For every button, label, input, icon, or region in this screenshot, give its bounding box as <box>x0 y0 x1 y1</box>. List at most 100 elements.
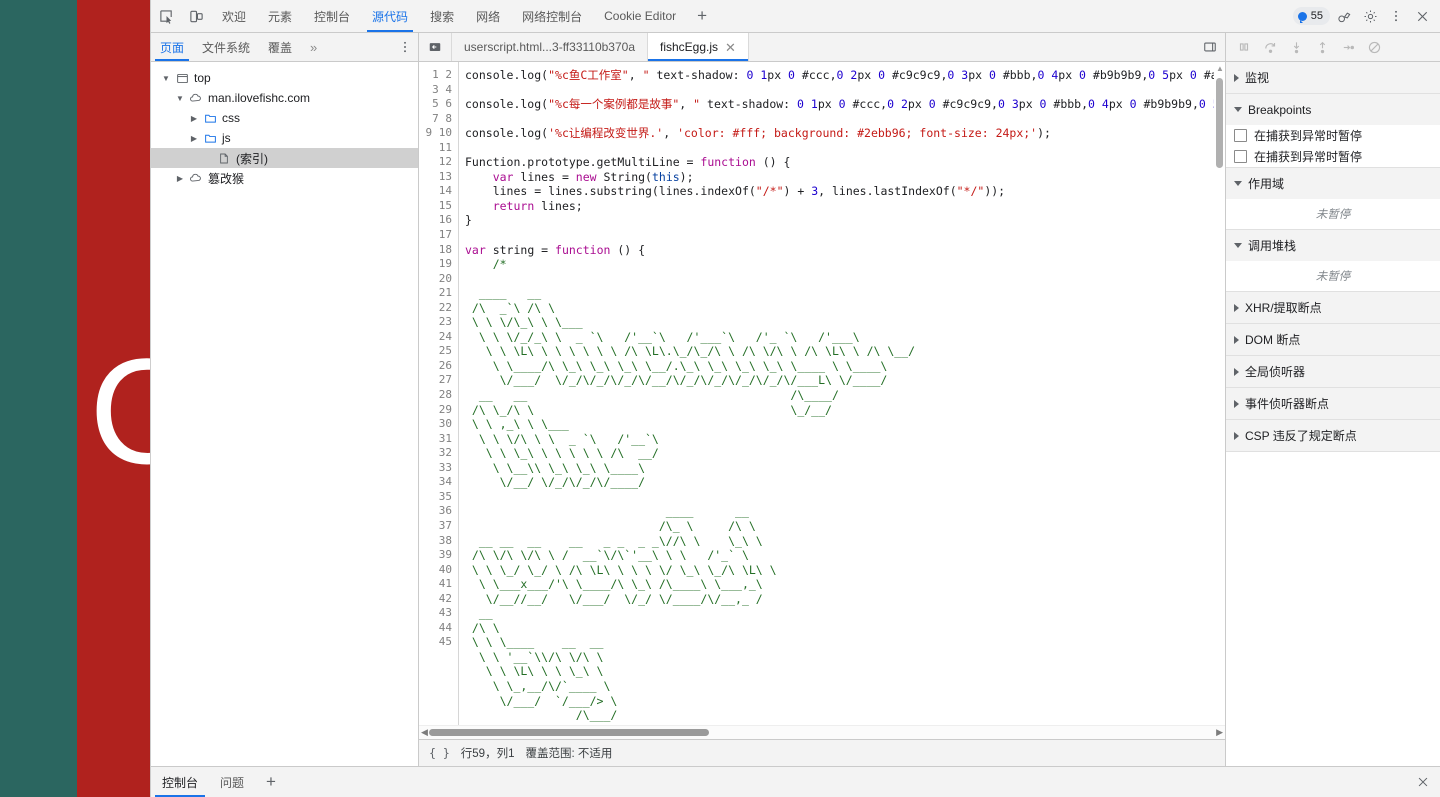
section-header[interactable]: 调用堆栈 <box>1226 230 1440 261</box>
tree-label: (索引) <box>236 151 268 166</box>
cloud-icon <box>187 91 205 105</box>
console-drawer-tabstrip: 控制台 问题 + <box>151 766 1440 797</box>
twisty-closed-icon[interactable]: ▶ <box>187 134 201 143</box>
gear-icon[interactable] <box>1358 4 1382 28</box>
section-header[interactable]: 作用域 <box>1226 168 1440 199</box>
section-title: 事件侦听器断点 <box>1245 397 1330 411</box>
tab-elements[interactable]: 元素 <box>257 0 303 32</box>
scrollbar-thumb[interactable] <box>429 729 709 736</box>
section-body: 未暂停 <box>1226 261 1440 291</box>
scroll-left-arrow-icon[interactable]: ◀ <box>421 727 428 738</box>
section-header[interactable]: Breakpoints <box>1226 94 1440 125</box>
tab-cookie-editor[interactable]: Cookie Editor <box>593 0 687 32</box>
section-header[interactable]: 监视 <box>1226 62 1440 93</box>
file-tab-userscript[interactable]: userscript.html...3-ff33110b370a <box>452 33 648 61</box>
tab-search[interactable]: 搜索 <box>419 0 465 32</box>
twisty-open-icon[interactable]: ▼ <box>173 94 187 103</box>
close-drawer-icon[interactable] <box>1406 767 1440 797</box>
tree-label: 篡改猴 <box>208 171 245 186</box>
navtab-more-chevron-icon[interactable]: » <box>301 33 326 61</box>
scroll-up-arrow-icon[interactable]: ▲ <box>1216 64 1224 73</box>
tab-welcome[interactable]: 欢迎 <box>211 0 257 32</box>
tree-row-domain[interactable]: ▼ man.ilovefishc.com <box>151 88 418 108</box>
more-options-icon[interactable] <box>1384 4 1408 28</box>
pretty-print-icon[interactable]: { } <box>429 746 450 760</box>
step-icon[interactable] <box>1336 36 1360 58</box>
section-header[interactable]: 事件侦听器断点 <box>1226 388 1440 419</box>
tab-sources[interactable]: 源代码 <box>361 0 419 32</box>
file-tabstrip: userscript.html...3-ff33110b370a fishcEg… <box>419 33 1225 62</box>
pause-on-caught-exceptions-row[interactable]: 在捕获到异常时暂停 <box>1226 125 1440 146</box>
tree-row-css[interactable]: ▶ css <box>151 108 418 128</box>
chevron-down-icon <box>1234 243 1242 248</box>
drawer-add-tab-button[interactable]: + <box>255 767 287 797</box>
code-editor[interactable]: 1 2 3 4 5 6 7 8 9 10 11 12 13 14 15 16 1… <box>419 62 1225 725</box>
twisty-closed-icon[interactable]: ▶ <box>187 114 201 123</box>
tree-row-tampermonkey[interactable]: ▶ 篡改猴 <box>151 168 418 188</box>
navigator-tabstrip: 页面 文件系统 覆盖 » <box>151 33 418 62</box>
checkbox[interactable] <box>1234 129 1247 142</box>
debugger-section-csp-violation-breakpoints: CSP 违反了规定断点 <box>1226 420 1440 452</box>
file-tree: ▼ top ▼ man.ilovefishc.com ▶ css ▶ js (索… <box>151 62 418 766</box>
section-body: 未暂停 <box>1226 199 1440 229</box>
scrollbar-thumb[interactable] <box>1216 78 1223 168</box>
debugger-sidebar: 监视 Breakpoints 在捕获到异常时暂停 在捕获到异常时暂停 作用域 未… <box>1225 33 1440 766</box>
step-over-icon[interactable] <box>1258 36 1282 58</box>
tab-console[interactable]: 控制台 <box>303 0 361 32</box>
devices-icon[interactable] <box>1332 4 1356 28</box>
open-in-panel-icon[interactable] <box>1195 33 1225 61</box>
close-devtools-icon[interactable] <box>1410 4 1434 28</box>
navigator-pane: 页面 文件系统 覆盖 » ▼ top ▼ man.ilovefishc.com … <box>151 33 419 766</box>
section-title: CSP 违反了规定断点 <box>1245 429 1357 443</box>
section-title: 全局侦听器 <box>1245 365 1306 379</box>
tree-row-js[interactable]: ▶ js <box>151 128 418 148</box>
pause-icon[interactable] <box>1232 36 1256 58</box>
navtab-filesystem[interactable]: 文件系统 <box>193 33 259 61</box>
section-header[interactable]: XHR/提取断点 <box>1226 292 1440 323</box>
step-out-icon[interactable] <box>1310 36 1334 58</box>
section-body: 在捕获到异常时暂停 在捕获到异常时暂停 <box>1226 125 1440 167</box>
tree-row-index[interactable]: (索引) <box>151 148 418 168</box>
twisty-open-icon[interactable]: ▼ <box>159 74 173 83</box>
frame-icon <box>173 72 191 85</box>
file-tab-fishcegg[interactable]: fishcEgg.js ✕ <box>648 33 749 61</box>
folder-icon <box>201 132 219 145</box>
deactivate-breakpoints-icon[interactable] <box>1362 36 1386 58</box>
step-into-icon[interactable] <box>1284 36 1308 58</box>
debugger-toolbar <box>1226 33 1440 62</box>
chevron-right-icon <box>1234 399 1239 408</box>
add-tab-button[interactable]: + <box>687 0 717 32</box>
editor-horizontal-scrollbar[interactable]: ◀ ▶ <box>419 725 1225 739</box>
section-header[interactable]: DOM 断点 <box>1226 324 1440 355</box>
device-toolbar-icon[interactable] <box>181 0 211 32</box>
section-title: 调用堆栈 <box>1248 239 1297 253</box>
show-navigator-icon[interactable] <box>419 33 452 61</box>
navigator-more-options-icon[interactable] <box>392 33 418 61</box>
section-header[interactable]: CSP 违反了规定断点 <box>1226 420 1440 451</box>
devtools-panel: 欢迎 元素 控制台 源代码 搜索 网络 网络控制台 Cookie Editor … <box>150 0 1440 797</box>
page-teal-panel <box>0 0 77 797</box>
tab-network-console[interactable]: 网络控制台 <box>511 0 593 32</box>
scroll-right-arrow-icon[interactable]: ▶ <box>1216 727 1223 738</box>
checkbox-label: 在捕获到异常时暂停 <box>1254 129 1363 143</box>
editor-pane: userscript.html...3-ff33110b370a fishcEg… <box>419 33 1225 766</box>
chevron-right-icon <box>1234 431 1239 440</box>
coverage-label: 覆盖范围: 不适用 <box>525 748 613 760</box>
tree-row-top[interactable]: ▼ top <box>151 68 418 88</box>
pause-on-caught-exceptions-row-2[interactable]: 在捕获到异常时暂停 <box>1226 146 1440 167</box>
checkbox[interactable] <box>1234 150 1247 163</box>
section-header[interactable]: 全局侦听器 <box>1226 356 1440 387</box>
close-icon[interactable]: ✕ <box>725 41 736 54</box>
drawer-tab-console[interactable]: 控制台 <box>151 767 209 797</box>
navtab-page[interactable]: 页面 <box>151 33 193 61</box>
twisty-closed-icon[interactable]: ▶ <box>173 174 187 183</box>
navtab-overrides[interactable]: 覆盖 <box>259 33 301 61</box>
tab-network[interactable]: 网络 <box>465 0 511 32</box>
page-red-panel: C <box>77 0 150 797</box>
message-count-badge[interactable]: 55 <box>1292 7 1330 25</box>
devtools-toolbar-right: 55 <box>1292 0 1440 32</box>
drawer-tab-issues[interactable]: 问题 <box>209 767 255 797</box>
inspect-element-icon[interactable] <box>151 0 181 32</box>
editor-vertical-scrollbar[interactable]: ▲ <box>1214 62 1225 725</box>
code-content[interactable]: console.log("%c鱼C工作室", " text-shadow: 0 … <box>459 62 1225 725</box>
